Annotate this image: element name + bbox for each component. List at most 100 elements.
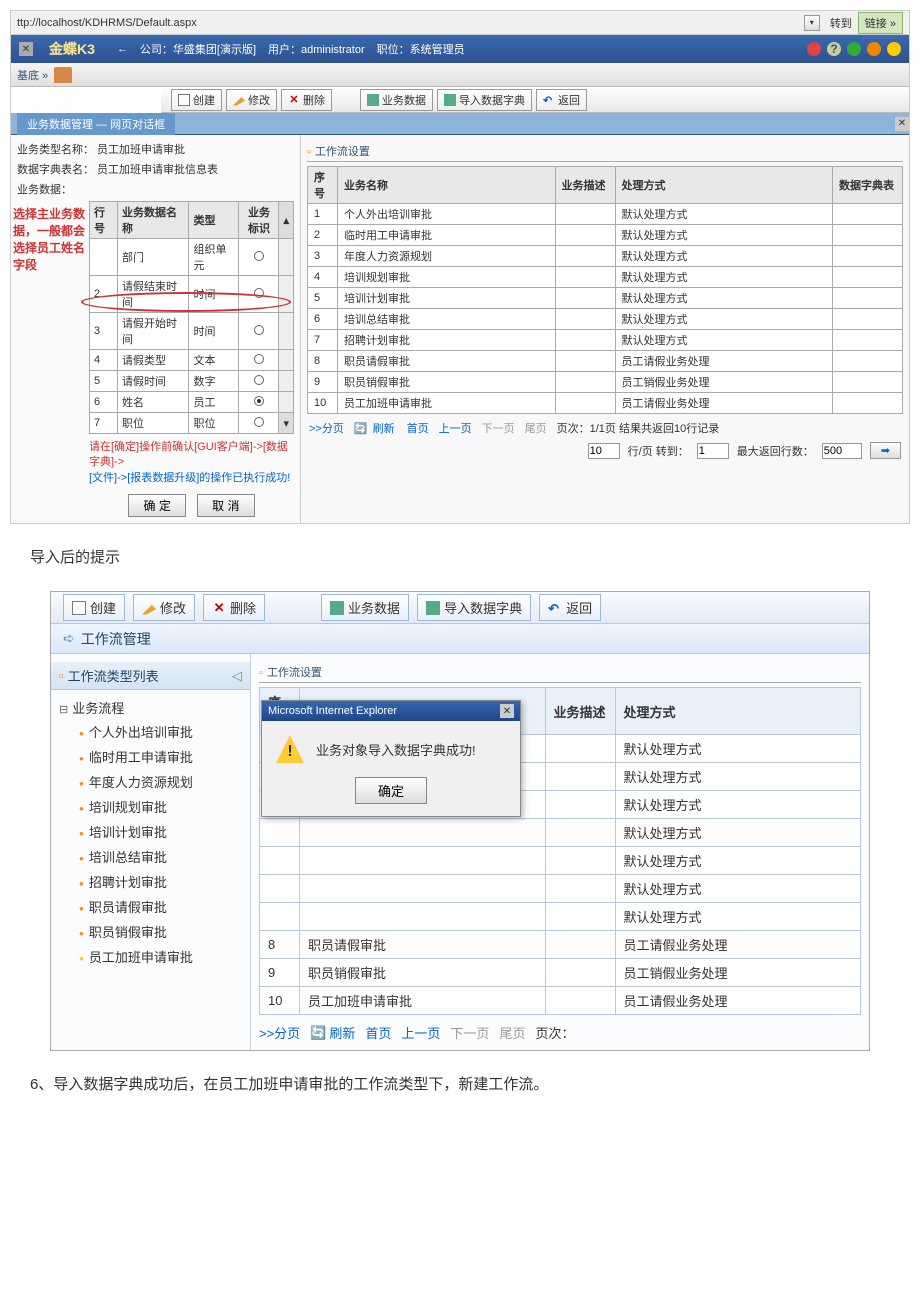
scrollbar-track[interactable] — [279, 350, 294, 371]
refresh-link[interactable]: 🔄 刷新 — [354, 420, 397, 436]
last-page[interactable]: 尾页 — [525, 420, 547, 436]
first-page[interactable]: 首页 — [407, 420, 429, 436]
links-button[interactable]: 链接 » — [858, 12, 903, 34]
perpage-input[interactable] — [588, 443, 620, 459]
new-icon — [72, 601, 86, 615]
tab-close-icon[interactable]: ✕ — [895, 117, 909, 131]
tree-item[interactable]: 临时用工申请审批 — [59, 744, 242, 769]
workflow-row[interactable]: 3年度人力资源规划默认处理方式 — [308, 246, 903, 267]
cell-flag[interactable] — [239, 413, 279, 434]
bizdata-row[interactable]: 5请假时间数字 — [90, 371, 294, 392]
help-icon[interactable]: ? — [827, 42, 841, 56]
status-icon[interactable] — [847, 42, 861, 56]
tree-item[interactable]: 职员请假审批 — [59, 894, 242, 919]
workflow-row-2[interactable]: 默认处理方式 — [260, 903, 861, 931]
workflow-row-2[interactable]: 默认处理方式 — [260, 875, 861, 903]
refresh-icon[interactable] — [867, 42, 881, 56]
workflow-row-2[interactable]: 10员工加班申请审批员工请假业务处理 — [260, 987, 861, 1015]
scroll-up-button[interactable]: ▴ — [279, 202, 294, 239]
bizdata-row[interactable]: 4请假类型文本 — [90, 350, 294, 371]
tree-item[interactable]: 年度人力资源规划 — [59, 769, 242, 794]
goto-input[interactable] — [697, 443, 729, 459]
refresh-link-2[interactable]: 🔄刷新 — [310, 1023, 355, 1042]
workflow-row[interactable]: 8职员请假审批员工请假业务处理 — [308, 351, 903, 372]
cancel-button[interactable]: 取 消 — [197, 494, 254, 517]
workflow-row[interactable]: 5培训计划审批默认处理方式 — [308, 288, 903, 309]
bizdata-row[interactable]: 部门组织单元 — [90, 239, 294, 276]
cell2-name — [300, 903, 546, 931]
workflow-row[interactable]: 9职员销假审批员工销假业务处理 — [308, 372, 903, 393]
goto-link[interactable]: 转到 — [830, 15, 852, 31]
first-page-2[interactable]: 首页 — [365, 1023, 391, 1042]
back-button[interactable]: ↶返回 — [536, 89, 587, 111]
delete-button[interactable]: ✕删除 — [281, 89, 332, 111]
cell-flag[interactable] — [239, 276, 279, 313]
workflow-mgmt-header: ➪ 工作流管理 — [51, 624, 869, 654]
workflow-row[interactable]: 4培训规划审批默认处理方式 — [308, 267, 903, 288]
power-icon[interactable] — [807, 42, 821, 56]
scrollbar-track[interactable] — [279, 313, 294, 350]
modify-button[interactable]: 修改 — [226, 89, 277, 111]
collapse-icon[interactable]: ◁ — [232, 668, 242, 684]
paging-label[interactable]: >>分页 — [309, 420, 344, 436]
prev-page-2[interactable]: 上一页 — [401, 1023, 440, 1042]
delete-button-2[interactable]: ✕删除 — [203, 594, 265, 621]
close-icon[interactable]: ✕ — [19, 42, 33, 56]
workflow-row-2[interactable]: 8职员请假审批员工请假业务处理 — [260, 931, 861, 959]
cell-flag[interactable] — [239, 239, 279, 276]
workflow-row-2[interactable]: 默认处理方式 — [260, 819, 861, 847]
tree-root[interactable]: 业务流程 — [59, 696, 242, 719]
importdict-button[interactable]: 导入数据字典 — [437, 89, 532, 111]
msgbox-ok-button[interactable]: 确定 — [355, 777, 427, 804]
ok-button[interactable]: 确 定 — [128, 494, 185, 517]
dropdown-icon[interactable]: ▾ — [804, 15, 820, 31]
workflow-row-2[interactable]: 9职员销假审批员工销假业务处理 — [260, 959, 861, 987]
bizdata-button-2[interactable]: 业务数据 — [321, 594, 409, 621]
workflow-row-2[interactable]: 默认处理方式 — [260, 847, 861, 875]
tree-item[interactable]: 培训规划审批 — [59, 794, 242, 819]
scrollbar-track[interactable] — [279, 371, 294, 392]
basedir-link[interactable]: 基底 » — [17, 67, 48, 83]
tree-item[interactable]: 职员销假审批 — [59, 919, 242, 944]
create-button[interactable]: 创建 — [171, 89, 222, 111]
bizdata-row[interactable]: 7职位职位▾ — [90, 413, 294, 434]
paging-label-2[interactable]: >>分页 — [259, 1023, 300, 1042]
dialog-tab[interactable]: 业务数据管理 — 网页对话框 — [17, 113, 175, 135]
cell-flag[interactable] — [239, 392, 279, 413]
maxrows-input[interactable] — [822, 443, 862, 459]
scrollbar-track[interactable] — [279, 239, 294, 276]
tree-item[interactable]: 培训计划审批 — [59, 819, 242, 844]
workflow-row[interactable]: 1个人外出培训审批默认处理方式 — [308, 204, 903, 225]
home-icon[interactable] — [54, 67, 72, 83]
msgbox-close-icon[interactable]: ✕ — [500, 704, 514, 718]
modify-button-2[interactable]: 修改 — [133, 594, 195, 621]
scroll-down-button[interactable]: ▾ — [279, 413, 294, 434]
tree-item[interactable]: 培训总结审批 — [59, 844, 242, 869]
scrollbar-track[interactable] — [279, 276, 294, 313]
bizdata-row[interactable]: 6姓名员工 — [90, 392, 294, 413]
workflow-row[interactable]: 6培训总结审批默认处理方式 — [308, 309, 903, 330]
next-page[interactable]: 下一页 — [482, 420, 515, 436]
back-button-2[interactable]: ↶返回 — [539, 594, 601, 621]
last-page-2[interactable]: 尾页 — [499, 1023, 525, 1042]
importdict-button-2[interactable]: 导入数据字典 — [417, 594, 531, 621]
prev-page[interactable]: 上一页 — [439, 420, 472, 436]
go-button[interactable]: ➡ — [870, 442, 901, 459]
header-arrow: ← — [117, 43, 128, 55]
workflow-row[interactable]: 7招聘计划审批默认处理方式 — [308, 330, 903, 351]
workflow-row[interactable]: 2临时用工申请审批默认处理方式 — [308, 225, 903, 246]
cell-flag[interactable] — [239, 313, 279, 350]
scrollbar-track[interactable] — [279, 392, 294, 413]
tree-item[interactable]: 个人外出培训审批 — [59, 719, 242, 744]
bizdata-row[interactable]: 2请假结束时间时间 — [90, 276, 294, 313]
workflow-row[interactable]: 10员工加班申请审批员工请假业务处理 — [308, 393, 903, 414]
cell-flag[interactable] — [239, 371, 279, 392]
star-icon[interactable] — [887, 42, 901, 56]
tree-item[interactable]: 招聘计划审批 — [59, 869, 242, 894]
tree-item[interactable]: 员工加班申请审批 — [59, 944, 242, 969]
bizdata-row[interactable]: 3请假开始时间时间 — [90, 313, 294, 350]
bizdata-button[interactable]: 业务数据 — [360, 89, 433, 111]
next-page-2[interactable]: 下一页 — [450, 1023, 489, 1042]
cell-flag[interactable] — [239, 350, 279, 371]
create-button-2[interactable]: 创建 — [63, 594, 125, 621]
